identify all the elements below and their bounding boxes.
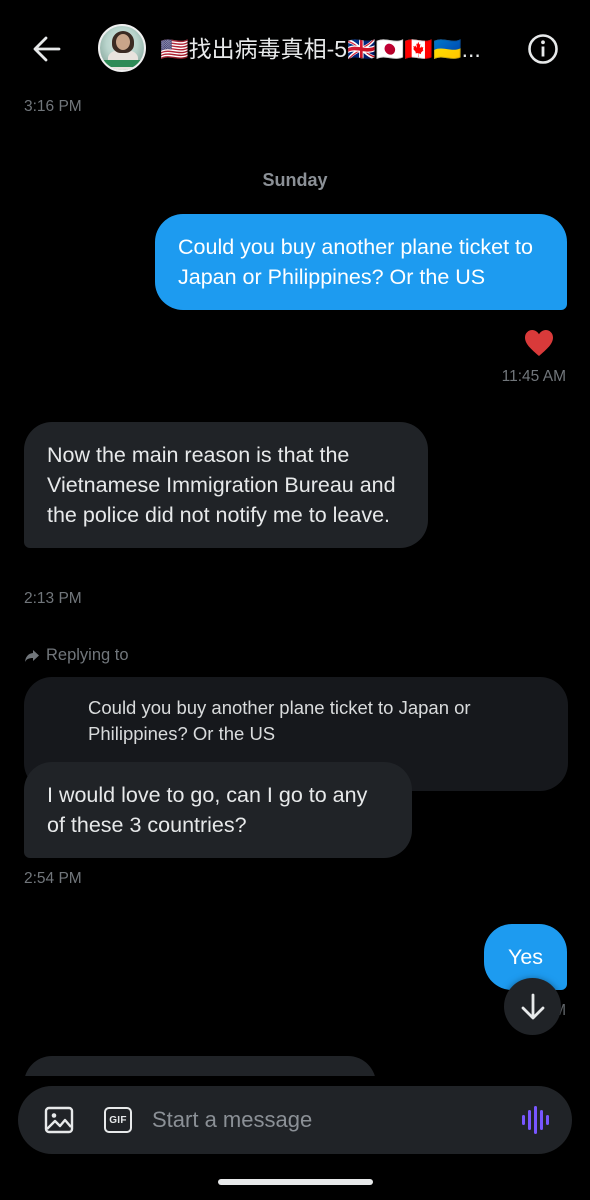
audio-waveform-icon[interactable] xyxy=(518,1104,550,1136)
message-timestamp: 2:13 PM xyxy=(24,590,82,607)
message-bubble-incoming[interactable]: Now the main reason is that the Vietname… xyxy=(24,422,428,548)
conversation-title[interactable]: 🇺🇸找出病毒真相-5🇬🇧🇯🇵🇨🇦🇺🇦... xyxy=(160,34,522,64)
message-bubble-incoming[interactable] xyxy=(24,1056,376,1076)
back-button[interactable] xyxy=(28,30,66,68)
message-bubble-incoming[interactable]: I would love to go, can I go to any of t… xyxy=(24,762,412,858)
image-icon[interactable] xyxy=(44,1106,74,1134)
message-timestamp: 11:45 AM xyxy=(501,368,566,385)
home-indicator[interactable] xyxy=(218,1179,373,1185)
info-circle-icon xyxy=(528,34,558,64)
reply-indicator: Replying to xyxy=(24,646,129,665)
message-bubble-outgoing[interactable]: Could you buy another plane ticket to Ja… xyxy=(155,214,567,310)
reply-arrow-icon xyxy=(25,649,39,662)
heart-icon[interactable] xyxy=(523,328,555,358)
message-input[interactable] xyxy=(152,1100,512,1140)
avatar[interactable] xyxy=(98,24,146,72)
info-button[interactable] xyxy=(527,33,559,65)
conversation-header: 🇺🇸找出病毒真相-5🇬🇧🇯🇵🇨🇦🇺🇦... xyxy=(0,0,590,96)
reply-label: Replying to xyxy=(46,646,129,664)
message-timestamp: 2:54 PM xyxy=(24,870,82,887)
message-timestamp: 3:16 PM xyxy=(24,98,82,115)
message-composer: GIF xyxy=(18,1086,572,1154)
scroll-to-bottom-button[interactable] xyxy=(504,978,561,1035)
day-separator: Sunday xyxy=(262,170,328,190)
gif-button[interactable]: GIF xyxy=(104,1107,132,1133)
arrow-down-icon xyxy=(521,993,544,1019)
message-list[interactable]: 3:16 PM Sunday Could you buy another pla… xyxy=(0,96,590,1076)
arrow-left-icon xyxy=(33,36,61,62)
